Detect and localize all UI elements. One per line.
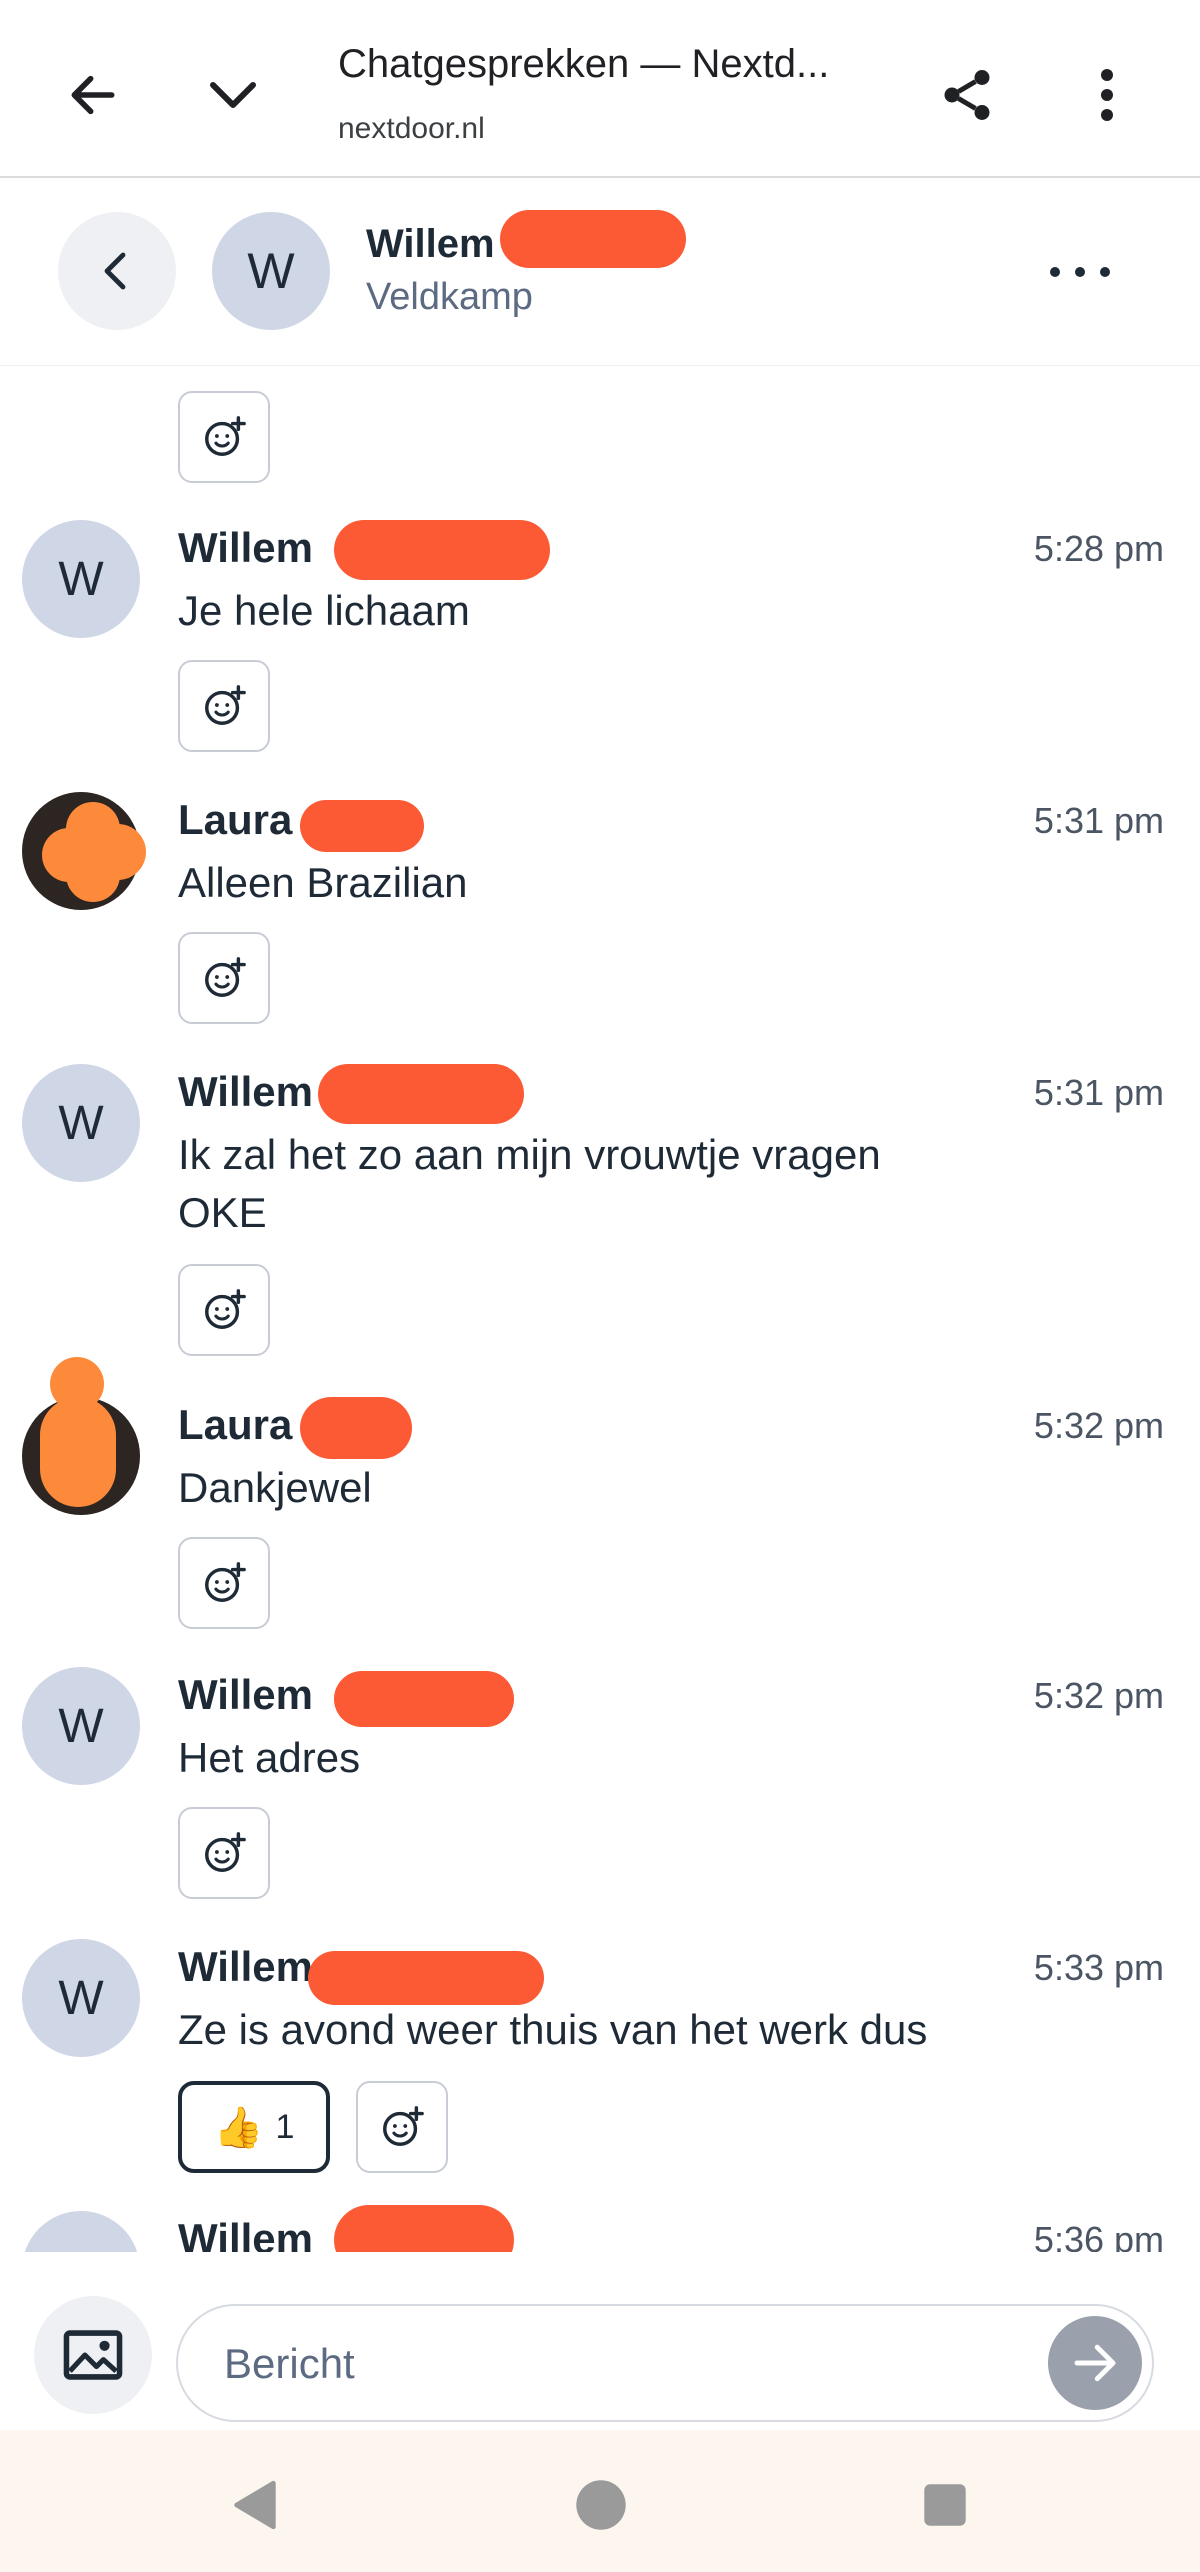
add-reaction-button[interactable] (178, 391, 270, 483)
system-navigation-bar (0, 2430, 1200, 2572)
chat-back-button[interactable] (58, 212, 176, 330)
message-line: OKE (178, 1189, 267, 1236)
browser-url[interactable]: nextdoor.nl (338, 112, 485, 146)
avatar[interactable]: W (212, 212, 330, 330)
redaction-mark (334, 1671, 514, 1727)
reaction-chip[interactable]: 👍 1 (178, 2081, 330, 2173)
add-reaction-icon (205, 416, 246, 456)
add-reaction-button[interactable] (178, 1264, 270, 1356)
redaction-mark (334, 2205, 514, 2252)
message-time: 5:28 pm (1033, 528, 1164, 569)
redaction-mark (334, 520, 550, 580)
add-reaction-icon (205, 957, 246, 997)
nav-back-icon[interactable] (210, 2460, 300, 2550)
reaction-count: 1 (275, 2107, 295, 2146)
add-reaction-icon (205, 685, 246, 725)
thumbs-up-icon: 👍 (213, 2105, 264, 2150)
redaction-mark (300, 800, 424, 852)
add-reaction-button[interactable] (178, 660, 270, 752)
avatar[interactable]: W (22, 520, 140, 638)
chat-header: W Willem Veldkamp (0, 180, 1200, 366)
message-time: 5:32 pm (1033, 1405, 1164, 1446)
message-item: W Willem 5:31 pm Ik zal het zo aan mijn … (0, 1064, 1200, 1394)
browser-page-title: Chatgesprekken — Nextd... (338, 42, 830, 86)
message-input[interactable] (224, 2330, 1004, 2398)
redaction-mark (500, 210, 686, 268)
more-horizontal-icon[interactable] (1050, 252, 1110, 292)
contact-name[interactable]: Willem (366, 222, 495, 267)
message-input-wrapper (176, 2304, 1154, 2422)
add-reaction-button[interactable] (178, 932, 270, 1024)
chevron-left-icon (104, 252, 126, 290)
avatar[interactable] (22, 1357, 140, 1515)
message-sender[interactable]: Laura (178, 796, 292, 844)
nav-home-icon[interactable] (556, 2460, 646, 2550)
avatar[interactable]: W (22, 2211, 140, 2252)
message-time: 5:32 pm (1033, 1675, 1164, 1716)
message-text: Alleen Brazilian (178, 859, 468, 906)
message-text: Ze is avond weer thuis van het werk dus (178, 2006, 928, 2053)
browser-toolbar: Chatgesprekken — Nextd... nextdoor.nl (0, 0, 1200, 178)
send-button[interactable] (1048, 2316, 1142, 2410)
message-line: Ik zal het zo aan mijn vrouwtje vragen (178, 1131, 881, 1178)
message-sender[interactable]: Willem (178, 2215, 313, 2252)
message-time: 5:31 pm (1033, 800, 1164, 841)
add-reaction-button[interactable] (356, 2081, 448, 2173)
avatar[interactable]: W (22, 1939, 140, 2057)
message-composer (0, 2252, 1200, 2428)
avatar[interactable]: W (22, 1064, 140, 1182)
arrow-right-icon (1074, 2344, 1116, 2382)
share-icon[interactable] (922, 50, 1012, 140)
avatar[interactable]: W (22, 1667, 140, 1785)
message-item: W Willem 5:33 pm Ze is avond weer thuis … (0, 1939, 1200, 2209)
message-text: Ik zal het zo aan mijn vrouwtje vragen O… (178, 1126, 1078, 1242)
attach-image-button[interactable] (34, 2296, 152, 2414)
add-reaction-button[interactable] (178, 1807, 270, 1899)
add-reaction-icon (383, 2106, 424, 2146)
image-icon (63, 2330, 123, 2380)
message-sender[interactable]: Willem (178, 1671, 313, 1719)
avatar[interactable] (22, 792, 146, 910)
message-item: W Willem 5:32 pm Het adres (0, 1667, 1200, 1937)
message-item: Laura 5:32 pm Dankjewel (0, 1357, 1200, 1667)
message-item: Laura 5:31 pm Alleen Brazilian (0, 792, 1200, 1062)
add-reaction-button[interactable] (178, 1537, 270, 1629)
message-text: Dankjewel (178, 1464, 372, 1511)
message-sender[interactable]: Willem (178, 1068, 313, 1116)
message-sender[interactable]: Willem (178, 524, 313, 572)
message-item: W Willem 5:28 pm Je hele lichaam (0, 520, 1200, 790)
chevron-down-icon[interactable] (188, 50, 278, 140)
message-time: 5:36 pm (1033, 2219, 1164, 2252)
redaction-mark (318, 1064, 524, 1124)
message-list[interactable]: W Willem 5:28 pm Je hele lichaam Laura 5… (0, 367, 1200, 2252)
redaction-mark (300, 1397, 412, 1459)
message-time: 5:31 pm (1033, 1072, 1164, 1113)
nav-recents-icon[interactable] (900, 2460, 990, 2550)
message-text: Je hele lichaam (178, 587, 470, 634)
message-item: W Willem 5:36 pm (0, 2205, 1200, 2252)
more-vertical-icon[interactable] (1062, 50, 1152, 140)
message-text: Het adres (178, 1734, 361, 1781)
add-reaction-icon (205, 1832, 246, 1872)
message-time: 5:33 pm (1033, 1947, 1164, 1988)
message-sender[interactable]: Willem (178, 1943, 313, 1991)
redaction-mark (308, 1951, 544, 2005)
message-sender[interactable]: Laura (178, 1401, 292, 1449)
add-reaction-icon (205, 1289, 246, 1329)
arrow-left-icon[interactable] (48, 50, 138, 140)
add-reaction-icon (205, 1562, 246, 1602)
contact-location: Veldkamp (366, 276, 533, 318)
